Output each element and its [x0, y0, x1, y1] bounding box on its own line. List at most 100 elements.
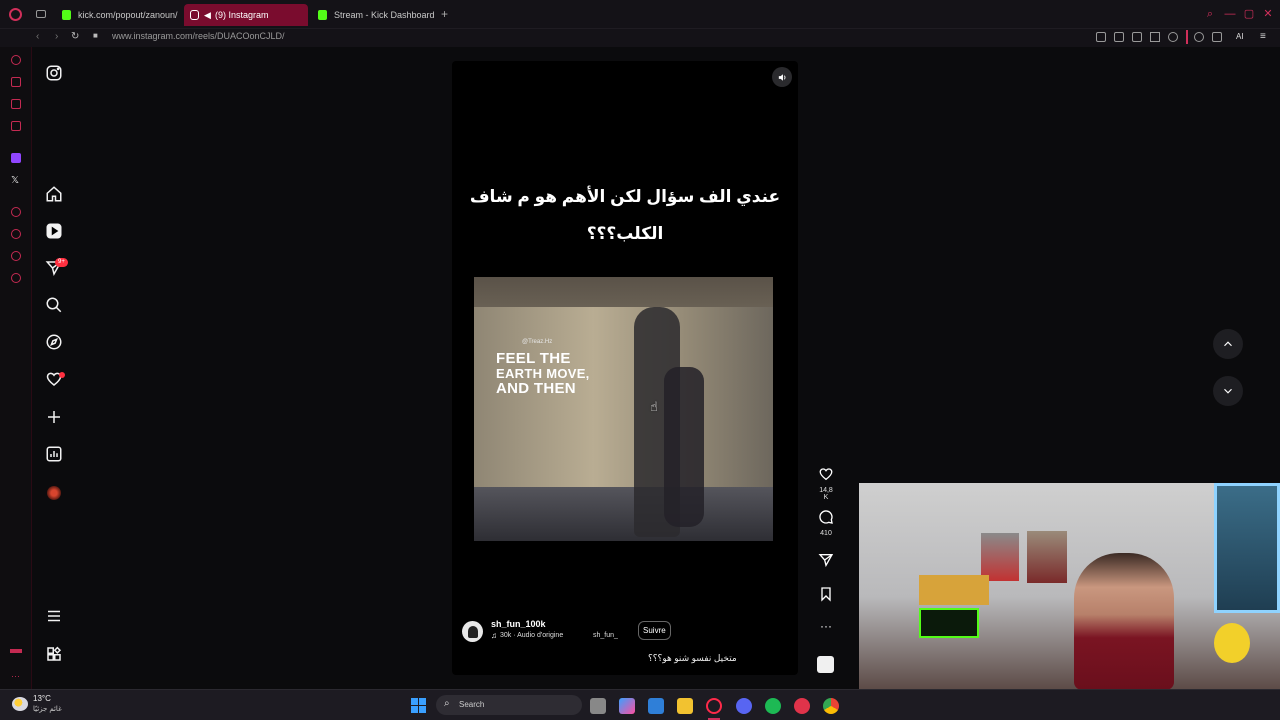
reel-caption-line1: عندي الف سؤال لكن الأهم هو م شاف [469, 187, 781, 206]
more-options-button[interactable]: ··· [816, 620, 836, 632]
aria-ai-button[interactable]: AI [1236, 32, 1244, 41]
sidebar-app-icon[interactable] [11, 99, 21, 109]
reels-icon[interactable] [44, 221, 64, 241]
share-button[interactable] [816, 552, 836, 573]
profile-avatar[interactable] [44, 483, 64, 503]
kick-favicon-icon [318, 10, 327, 20]
previous-reel-button[interactable] [1213, 329, 1243, 359]
webcam-overlay [859, 483, 1280, 690]
tab-kick-popout[interactable]: kick.com/popout/zanoun/ [56, 4, 180, 26]
chrome-icon[interactable] [823, 698, 839, 714]
video-text-line2: EARTH MOVE, [496, 366, 590, 381]
comment-icon [819, 510, 833, 524]
volume-icon[interactable] [772, 67, 792, 87]
close-icon[interactable]: ✕ [1262, 8, 1274, 20]
tab-kick-dashboard[interactable]: Stream - Kick Dashboard [312, 4, 438, 26]
video-wall [474, 307, 773, 507]
next-reel-button[interactable] [1213, 376, 1243, 406]
reel-caption-line2: الكلب؟؟؟ [586, 224, 664, 243]
menu-icon[interactable]: ≡ [1260, 31, 1266, 42]
url-field[interactable]: www.instagram.com/reels/DUACOonCJLD/ [112, 31, 285, 41]
copilot-icon[interactable] [619, 698, 635, 714]
audio-tag[interactable]: sh_fun_ [593, 632, 618, 639]
opera-taskbar-icon[interactable] [706, 698, 722, 714]
task-view-icon[interactable] [590, 698, 606, 714]
weather-icon[interactable] [12, 697, 28, 711]
twitch-icon[interactable] [11, 153, 21, 163]
opera-logo-icon[interactable] [9, 8, 22, 21]
back-icon[interactable]: ‹ [36, 31, 39, 42]
download-icon[interactable] [1212, 32, 1222, 42]
weather-temp[interactable]: 13°C [33, 694, 51, 703]
play-icon[interactable] [1150, 32, 1160, 42]
reload-icon[interactable]: ↻ [71, 31, 79, 42]
sidebar-app-icon[interactable] [11, 55, 21, 65]
heart-icon[interactable] [1168, 32, 1178, 42]
settings-icon[interactable] [11, 273, 21, 283]
windows-taskbar: 13°C غائم جزئيًا ⌕ Search [0, 689, 1280, 720]
explore-icon[interactable] [44, 332, 64, 352]
save-button[interactable] [816, 586, 836, 607]
sidebar-app-icon[interactable] [11, 251, 21, 261]
app-icon[interactable] [794, 698, 810, 714]
snapshot-icon[interactable] [1114, 32, 1124, 42]
tab-label: kick.com/popout/zanoun/ [78, 10, 178, 20]
file-explorer-icon[interactable] [677, 698, 693, 714]
more-icon[interactable]: ··· [11, 671, 20, 681]
audio-label[interactable]: 30k · Audio d'origine [500, 632, 563, 639]
search-icon[interactable] [44, 295, 64, 315]
maximize-icon[interactable]: ▢ [1243, 8, 1255, 20]
video-figure [664, 367, 704, 527]
webcam-person [1074, 553, 1174, 690]
instagram-logo-icon[interactable] [44, 63, 64, 83]
minimize-icon[interactable]: — [1224, 8, 1236, 20]
chevron-down-icon [1224, 388, 1232, 394]
like-button[interactable]: 14,8 K [816, 466, 836, 501]
webcam-poster [981, 533, 1019, 581]
browser-tab-bar: kick.com/popout/zanoun/ ◀ (9) Instagram … [0, 0, 1280, 29]
author-avatar[interactable] [462, 621, 483, 642]
reel-description: متخيل نفسو شنو هو؟؟؟ [648, 653, 737, 663]
dashboard-icon[interactable] [44, 444, 64, 464]
sidebar-app-icon[interactable] [11, 77, 21, 87]
bookmark-icon[interactable] [1096, 32, 1106, 42]
sidebar-app-icon[interactable] [11, 121, 21, 131]
new-tab-button[interactable]: + [441, 7, 448, 21]
search-tabs-icon[interactable]: ⌕ [1204, 8, 1216, 20]
spotify-icon[interactable] [765, 698, 781, 714]
taskbar-search[interactable]: ⌕ Search [436, 695, 582, 715]
comment-button[interactable]: 410 [816, 509, 836, 537]
follow-button[interactable]: Suivre [638, 621, 671, 640]
windows-start-icon[interactable] [411, 698, 426, 713]
workspaces-icon[interactable] [36, 10, 46, 18]
search-icon: ⌕ [444, 698, 450, 709]
audio-thumbnail[interactable] [817, 656, 834, 673]
discord-icon[interactable] [736, 698, 752, 714]
history-icon[interactable] [11, 229, 21, 239]
comment-count: 410 [820, 530, 832, 537]
forward-icon[interactable]: › [55, 31, 58, 42]
reel-player[interactable]: عندي الف سؤال لكن الأهم هو م شاف الكلب؟؟… [452, 61, 798, 675]
profile-icon[interactable] [1194, 32, 1204, 42]
search-label: Search [459, 700, 485, 709]
also-from-meta-icon[interactable] [44, 644, 64, 664]
menu-icon[interactable] [44, 606, 64, 626]
reel-video[interactable]: @Treaz.Hz FEEL THE EARTH MOVE, AND THEN … [474, 277, 773, 541]
tab-label: (9) Instagram [215, 10, 269, 20]
author-username[interactable]: sh_fun_100k [491, 619, 546, 629]
weather-desc[interactable]: غائم جزئيًا [33, 705, 62, 713]
chevron-up-icon [1224, 341, 1232, 347]
create-icon[interactable] [44, 407, 64, 427]
sidebar-app-icon[interactable] [10, 649, 22, 653]
home-icon[interactable] [44, 184, 64, 204]
speaker-icon[interactable]: ◀ [204, 4, 211, 26]
adblock-icon[interactable] [1132, 32, 1142, 42]
video-watermark: @Treaz.Hz [522, 339, 553, 345]
store-icon[interactable] [648, 698, 664, 714]
lock-icon: ■ [93, 31, 98, 40]
x-icon[interactable]: 𝕏 [11, 175, 19, 186]
video-ground [474, 487, 773, 541]
heart-icon [819, 468, 833, 481]
sidebar-app-icon[interactable] [11, 207, 21, 217]
tab-instagram[interactable]: ◀ (9) Instagram [184, 4, 308, 26]
